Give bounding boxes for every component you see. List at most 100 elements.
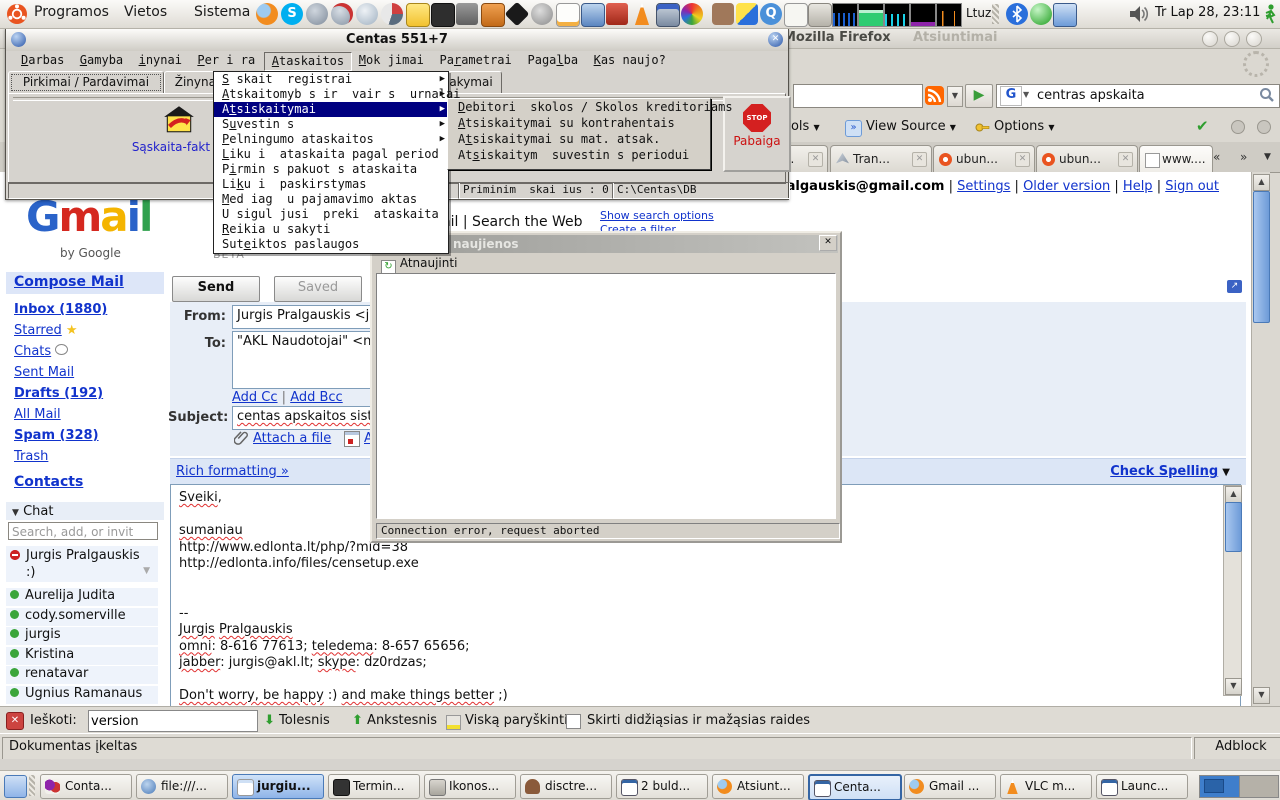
gimp-icon[interactable]	[531, 3, 553, 25]
taskbar-button-launc[interactable]: Launc...	[1096, 774, 1188, 799]
browser-tab[interactable]: Tran...✕	[830, 145, 932, 172]
text-editor-icon[interactable]	[406, 3, 430, 27]
chat-search-input[interactable]: Search, add, or invit	[8, 522, 158, 540]
volume-icon[interactable]	[1128, 4, 1150, 28]
exit-button[interactable]: STOP Pabaiga	[723, 96, 791, 172]
browser-tab[interactable]: ubun...✕	[1036, 145, 1138, 172]
skype-icon[interactable]: S	[281, 3, 303, 25]
chat-me-row[interactable]: Jurgis Pralgauskis :) ▼	[6, 546, 158, 582]
chat-collapse-icon[interactable]: ▼	[12, 508, 19, 518]
chat-me-status[interactable]: :)	[26, 565, 35, 580]
bluetooth-icon[interactable]	[1006, 3, 1028, 25]
menu-item[interactable]: U sigul jusi preki ataskaita	[214, 207, 448, 222]
popout-compose-icon[interactable]: ↗	[1227, 280, 1242, 293]
workspace-switcher[interactable]	[1199, 775, 1279, 798]
mem-green-monitor[interactable]	[858, 3, 884, 27]
maximize-button[interactable]	[1224, 31, 1240, 47]
editor-scrollbar[interactable]: ▲ ▼	[1223, 485, 1242, 696]
taskbar-button-termin[interactable]: Termin...	[328, 774, 420, 799]
workspace-1[interactable]	[1200, 776, 1240, 797]
taskbar-button-disctre[interactable]: disctre...	[520, 774, 612, 799]
sidebar-link-sent-mail[interactable]: Sent Mail	[14, 365, 164, 380]
document-icon[interactable]	[784, 3, 808, 27]
swap-purple-monitor[interactable]	[910, 3, 936, 27]
sidebar-link-chats[interactable]: Chats	[14, 344, 164, 359]
page-scrollbar[interactable]: ▲ ▼	[1251, 172, 1270, 706]
cpu-blue-monitor[interactable]	[832, 3, 858, 27]
highlight-all-icon[interactable]	[446, 715, 461, 730]
chat-contact[interactable]: renatavar	[6, 666, 158, 684]
taskbar-button-jurgiu[interactable]: jurgiu...	[232, 774, 324, 799]
terminal-icon[interactable]	[431, 3, 455, 27]
compose-mail-link[interactable]: Compose Mail	[14, 274, 124, 290]
view-source-menu[interactable]: View Source ▼	[866, 119, 956, 134]
findbar-close-icon[interactable]: ✕	[6, 712, 24, 730]
logout-runner-icon[interactable]	[1262, 3, 1278, 29]
add-bcc-link[interactable]: Add Bcc	[290, 390, 343, 405]
menu-item[interactable]: Pelningumo ataskaitos▶	[214, 132, 448, 147]
search-box[interactable]: G ▼ centras apskaita	[996, 84, 1280, 108]
centas-menu-mok-jimai[interactable]: Mok jimai	[352, 52, 431, 69]
chat-contact[interactable]: Kristina	[6, 647, 158, 665]
go-button[interactable]: ▶	[965, 84, 993, 108]
centas-menu-inynai[interactable]: inynai	[132, 52, 189, 69]
menu-item[interactable]: Liku i paskirstymas	[214, 177, 448, 192]
attach-file-link[interactable]: Attach a file	[253, 431, 331, 446]
taskbar-button-atsiunt[interactable]: Atsiunt...	[712, 774, 804, 799]
centas-menu-per-i-ra[interactable]: Per i ra	[190, 52, 262, 69]
firefox-icon[interactable]	[256, 3, 278, 25]
location-bar[interactable]	[793, 84, 923, 108]
all-tabs-dropdown-icon[interactable]: ▼	[1264, 152, 1271, 162]
network-monitor-icon[interactable]	[1053, 3, 1077, 27]
globe-docs-icon[interactable]	[356, 3, 378, 25]
menu-item[interactable]: Liku i ataskaita pagal period	[214, 147, 448, 162]
search-query[interactable]: centras apskaita	[1037, 88, 1145, 103]
screenshot-camera-icon[interactable]	[456, 3, 478, 25]
taskbar-button-gmail[interactable]: Gmail ...	[904, 774, 996, 799]
match-case-checkbox[interactable]	[566, 714, 581, 729]
tab-close-icon[interactable]: ✕	[912, 152, 927, 167]
search-magnifier-icon[interactable]	[1259, 87, 1275, 107]
submenu-item[interactable]: Debitori skolos / Skolos kreditoriams	[448, 99, 710, 115]
sidebar-link-starred[interactable]: Starred ★	[14, 323, 164, 338]
dual-display-icon[interactable]	[581, 3, 605, 27]
close-button[interactable]	[1246, 31, 1262, 47]
chat-contact[interactable]: jurgis	[6, 627, 158, 645]
tab-scroll-left-icon[interactable]: «	[1213, 150, 1220, 164]
net-cyan-monitor[interactable]	[884, 3, 910, 27]
options-menu[interactable]: Options ▼	[994, 119, 1054, 134]
vlc-cone-icon[interactable]	[631, 3, 653, 25]
panel-menu-programos[interactable]: Programos	[34, 4, 109, 20]
globe-red-icon[interactable]	[331, 3, 353, 25]
card-reader-icon[interactable]	[808, 3, 832, 27]
centas-menu-ataskaitos[interactable]: Ataskaitos	[264, 52, 352, 71]
header-link-sign-out[interactable]: Sign out	[1165, 179, 1219, 194]
chart-pie-icon[interactable]	[381, 3, 403, 25]
taskbar-button-vlcm[interactable]: VLC m...	[1000, 774, 1092, 799]
menu-item[interactable]: Suvestin s▶	[214, 117, 448, 132]
header-link-help[interactable]: Help	[1123, 179, 1153, 194]
highlight-all-button[interactable]: Viską paryškinti	[465, 713, 568, 728]
chat-section-header[interactable]: ▼ Chat	[6, 502, 164, 520]
tasklist-grip[interactable]	[29, 775, 35, 796]
menu-item[interactable]: S skait registrai▶	[214, 72, 448, 87]
globe-db-icon[interactable]	[306, 3, 328, 25]
centas-tab-1[interactable]: Pirkimai / Pardavimai	[8, 71, 164, 94]
tab-close-icon[interactable]: ✕	[808, 152, 823, 167]
check-spelling-wrap[interactable]: Check Spelling ▼	[1110, 464, 1230, 479]
panel-menu-vietos[interactable]: Vietos	[124, 4, 167, 20]
chat-contact[interactable]: Aurelija Judita	[6, 588, 158, 606]
match-case-label[interactable]: Skirti didžiąsias ir mažąsias raides	[587, 713, 810, 728]
ubuntu-logo-icon[interactable]	[6, 3, 28, 29]
chat-status-dropdown-icon[interactable]: ▼	[143, 566, 150, 576]
inkscape-icon[interactable]	[505, 2, 530, 27]
clock[interactable]: Tr Lap 28, 23:11	[1155, 5, 1260, 20]
submenu-item[interactable]: Atsiskaitym suvestin s periodui	[448, 147, 710, 163]
save-disk-icon[interactable]	[656, 3, 680, 27]
sidebar-link-trash[interactable]: Trash	[14, 449, 164, 464]
power-icon[interactable]	[736, 3, 758, 25]
disk-orange-monitor[interactable]	[936, 3, 962, 27]
applet-grip[interactable]	[992, 4, 999, 24]
keyboard-layout-indicator[interactable]: Ltuz	[966, 6, 991, 20]
scrollbar-thumb[interactable]	[1225, 502, 1242, 552]
